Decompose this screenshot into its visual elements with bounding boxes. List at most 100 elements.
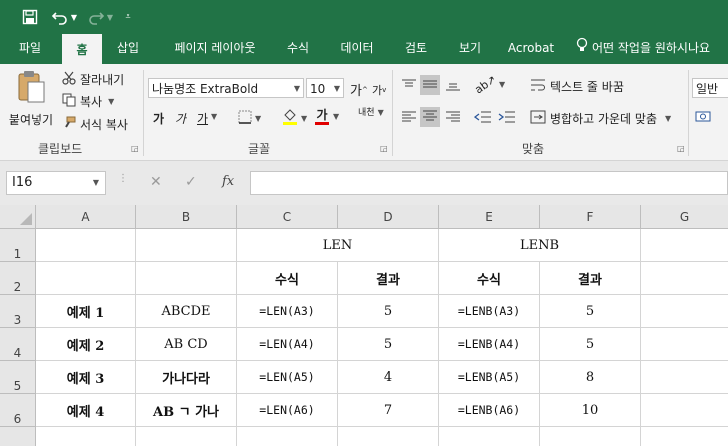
cell-a2[interactable] <box>36 262 136 295</box>
grow-font-button[interactable]: 가 ^ <box>350 80 368 99</box>
cell-a1[interactable] <box>36 229 136 262</box>
select-all-corner[interactable] <box>0 205 36 229</box>
clipboard-launcher-icon[interactable]: ◲ <box>131 144 139 153</box>
cell-c6[interactable]: =LEN(A6) <box>237 394 338 427</box>
cell-e6[interactable]: =LENB(A6) <box>439 394 540 427</box>
column-header-a[interactable]: A <box>36 205 136 229</box>
cell-c7[interactable] <box>237 427 338 446</box>
cell-d2[interactable]: 결과 <box>338 262 439 295</box>
cell-b3[interactable]: ABCDE <box>136 295 237 328</box>
row-header-7[interactable] <box>0 427 36 446</box>
cell-d4[interactable]: 5 <box>338 328 439 361</box>
orientation-button[interactable]: ab↗ ▼ <box>472 73 505 97</box>
cell-e3[interactable]: =LENB(A3) <box>439 295 540 328</box>
phonetic-button[interactable]: 내천 ▼ <box>358 108 384 118</box>
cut-button[interactable]: 잘라내기 <box>62 70 124 88</box>
cell-a5[interactable]: 예제 3 <box>36 361 136 394</box>
underline-button[interactable]: 가 <box>197 110 208 127</box>
cell-b2[interactable] <box>136 262 237 295</box>
alignment-launcher-icon[interactable]: ◲ <box>677 144 685 153</box>
cell-b4[interactable]: AB CD <box>136 328 237 361</box>
shrink-font-button[interactable]: 가v <box>372 82 386 98</box>
tab-view[interactable]: 보기 <box>450 34 490 64</box>
cell-f4[interactable]: 5 <box>540 328 641 361</box>
cell-b6[interactable]: AB ㄱ 가나 <box>136 394 237 427</box>
italic-button[interactable]: 가 <box>175 110 186 127</box>
cell-d3[interactable]: 5 <box>338 295 439 328</box>
cell-c1-merged[interactable]: LEN <box>237 229 439 262</box>
row-header-2[interactable]: 2 <box>0 262 36 295</box>
fill-color-button[interactable]: ▼ <box>282 108 307 129</box>
cell-d6[interactable]: 7 <box>338 394 439 427</box>
tab-acrobat[interactable]: Acrobat <box>502 34 560 64</box>
customize-icon[interactable]: ⩡ <box>120 6 136 28</box>
cell-g2[interactable] <box>641 262 728 295</box>
cell-a6[interactable]: 예제 4 <box>36 394 136 427</box>
increase-indent-button[interactable] <box>498 110 516 127</box>
cell-c3[interactable]: =LEN(A3) <box>237 295 338 328</box>
tab-home[interactable]: 홈 <box>62 34 102 66</box>
tab-page-layout[interactable]: 페이지 레이아웃 <box>160 34 270 64</box>
wrap-text-button[interactable]: 텍스트 줄 바꿈 <box>530 78 624 95</box>
row-header-6[interactable]: 6 <box>0 394 36 427</box>
cell-d7[interactable] <box>338 427 439 446</box>
font-color-dropdown-icon[interactable]: ▼ <box>333 112 339 121</box>
border-button[interactable]: ▼ <box>238 110 261 127</box>
align-center-button[interactable] <box>420 107 440 127</box>
font-name-select[interactable]: 나눔명조 ExtraBold ▼ <box>148 78 304 98</box>
accounting-format-button[interactable] <box>695 110 713 127</box>
cell-g6[interactable] <box>641 394 728 427</box>
cell-f2[interactable]: 결과 <box>540 262 641 295</box>
tab-data[interactable]: 데이터 <box>332 34 382 64</box>
font-launcher-icon[interactable]: ◲ <box>380 144 388 153</box>
column-header-c[interactable]: C <box>237 205 338 229</box>
align-top-button[interactable] <box>401 78 417 95</box>
cell-a3[interactable]: 예제 1 <box>36 295 136 328</box>
cell-e4[interactable]: =LENB(A4) <box>439 328 540 361</box>
decrease-indent-button[interactable] <box>473 110 492 127</box>
cell-g1[interactable] <box>641 229 728 262</box>
font-color-button[interactable]: 가 <box>315 108 329 125</box>
cell-a4[interactable]: 예제 2 <box>36 328 136 361</box>
cell-f3[interactable]: 5 <box>540 295 641 328</box>
copy-button[interactable]: 복사 ▼ <box>62 92 114 110</box>
save-icon[interactable] <box>18 6 42 28</box>
name-box-dropdown-icon[interactable]: ▼ <box>93 172 99 194</box>
format-painter-button[interactable]: 서식 복사 <box>62 115 128 133</box>
underline-dropdown-icon[interactable]: ▼ <box>211 112 217 121</box>
cell-g4[interactable] <box>641 328 728 361</box>
cell-f5[interactable]: 8 <box>540 361 641 394</box>
font-size-select[interactable]: 10 ▼ <box>306 78 344 98</box>
insert-function-icon[interactable]: fx <box>222 174 234 189</box>
cell-c5[interactable]: =LEN(A5) <box>237 361 338 394</box>
cell-f7[interactable] <box>540 427 641 446</box>
name-box[interactable]: I16 ▼ <box>6 171 106 195</box>
undo-icon[interactable]: ▼ <box>50 6 78 28</box>
column-header-b[interactable]: B <box>136 205 237 229</box>
align-right-button[interactable] <box>445 110 461 127</box>
merge-center-button[interactable]: 병합하고 가운데 맞춤 ▼ <box>530 110 671 127</box>
tell-me-box[interactable]: 어떤 작업을 원하시나요 <box>576 34 728 64</box>
cell-a7[interactable] <box>36 427 136 446</box>
row-header-3[interactable]: 3 <box>0 295 36 328</box>
formula-input[interactable] <box>250 171 728 195</box>
cell-g5[interactable] <box>641 361 728 394</box>
cancel-icon[interactable]: ✕ <box>150 174 162 190</box>
column-header-f[interactable]: F <box>540 205 641 229</box>
cell-f6[interactable]: 10 <box>540 394 641 427</box>
cell-d5[interactable]: 4 <box>338 361 439 394</box>
align-left-button[interactable] <box>401 110 417 127</box>
number-format-select[interactable]: 일반 <box>692 78 728 98</box>
paste-button[interactable]: 붙여넣기 <box>8 70 54 134</box>
cell-b5[interactable]: 가나다라 <box>136 361 237 394</box>
bold-button[interactable]: 가 <box>153 110 164 127</box>
tab-review[interactable]: 검토 <box>396 34 436 64</box>
cell-g7[interactable] <box>641 427 728 446</box>
enter-icon[interactable]: ✓ <box>185 174 197 190</box>
align-bottom-button[interactable] <box>445 78 461 95</box>
column-header-e[interactable]: E <box>439 205 540 229</box>
column-header-d[interactable]: D <box>338 205 439 229</box>
cell-e2[interactable]: 수식 <box>439 262 540 295</box>
tab-file[interactable]: 파일 <box>8 34 52 64</box>
row-header-5[interactable]: 5 <box>0 361 36 394</box>
